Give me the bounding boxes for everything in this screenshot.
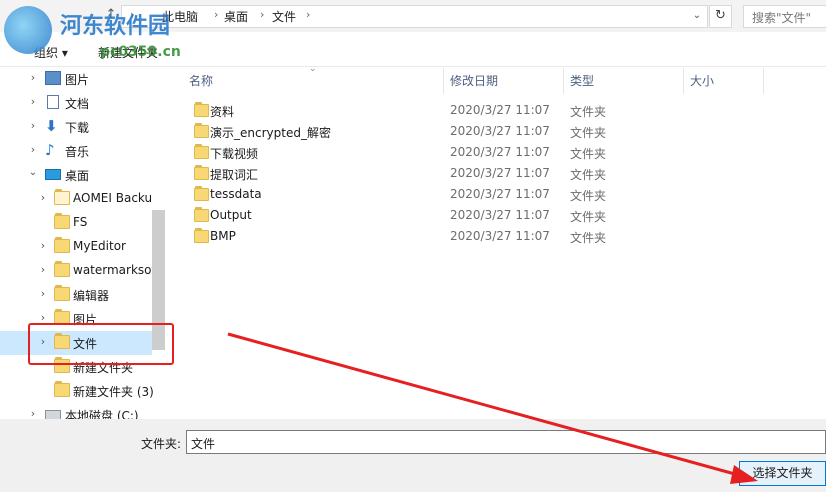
arrow-head — [730, 465, 758, 484]
watermark-logo-icon — [4, 6, 52, 54]
arrow-shaft — [227, 332, 743, 478]
watermark-site-name: 河东软件园 — [60, 13, 171, 39]
watermark-site-url: pc0359.cn — [100, 44, 181, 60]
annotation-arrow — [227, 332, 758, 484]
